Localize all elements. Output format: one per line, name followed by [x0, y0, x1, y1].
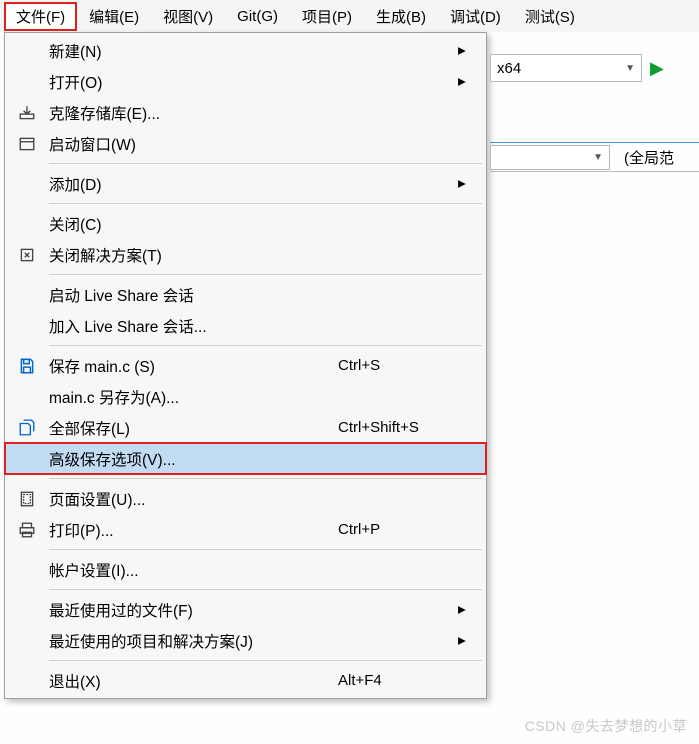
account-settings-item[interactable]: 帐户设置(I)...: [5, 554, 486, 585]
save-as-item[interactable]: main.c 另存为(A)...: [5, 381, 486, 412]
menu-item-label: 加入 Live Share 会话...: [49, 315, 338, 337]
edit-menu[interactable]: 编辑(E): [77, 2, 151, 31]
submenu-arrow-icon: ▸: [458, 631, 472, 650]
start-window-item[interactable]: 启动窗口(W): [5, 128, 486, 159]
menu-item-label: 全部保存(L): [49, 417, 338, 439]
menu-item-shortcut: Ctrl+Shift+S: [338, 419, 458, 436]
menubar: 文件(F)编辑(E)视图(V)Git(G)项目(P)生成(B)调试(D)测试(S…: [0, 0, 699, 32]
menu-item-label: main.c 另存为(A)...: [49, 386, 338, 408]
start-liveshare-item[interactable]: 启动 Live Share 会话: [5, 279, 486, 310]
git-menu[interactable]: Git(G): [225, 4, 290, 29]
submenu-arrow-icon: ▸: [458, 72, 472, 91]
scope-combo[interactable]: ▼: [490, 145, 610, 170]
menu-separator: [49, 163, 482, 164]
caret-down-icon: ▼: [625, 63, 635, 74]
join-liveshare-item[interactable]: 加入 Live Share 会话...: [5, 310, 486, 341]
debug-menu[interactable]: 调试(D): [438, 2, 513, 31]
menu-item-label: 关闭解决方案(T): [49, 244, 338, 266]
menu-item-label: 最近使用的项目和解决方案(J): [49, 630, 338, 652]
menu-separator: [49, 660, 482, 661]
menu-item-label: 高级保存选项(V)...: [49, 448, 338, 470]
save-all-item[interactable]: 全部保存(L)Ctrl+Shift+S: [5, 412, 486, 443]
print-item[interactable]: 打印(P)...Ctrl+P: [5, 514, 486, 545]
menu-item-label: 启动 Live Share 会话: [49, 284, 338, 306]
platform-combo[interactable]: x64 ▼: [490, 54, 642, 82]
start-window-icon: [5, 135, 49, 153]
menu-separator: [49, 345, 482, 346]
menu-item-label: 关闭(C): [49, 213, 338, 235]
menu-item-label: 退出(X): [49, 670, 338, 692]
submenu-arrow-icon: ▸: [458, 174, 472, 193]
build-menu[interactable]: 生成(B): [364, 2, 438, 31]
menu-item-label: 保存 main.c (S): [49, 355, 338, 377]
menu-item-label: 页面设置(U)...: [49, 488, 338, 510]
start-debug-icon[interactable]: ▶: [650, 58, 664, 79]
close-solution-icon: [5, 246, 49, 264]
advanced-save-options-item[interactable]: 高级保存选项(V)...: [5, 443, 486, 474]
close-solution-item[interactable]: 关闭解决方案(T): [5, 239, 486, 270]
watermark-text: CSDN @失去梦想的小草: [525, 716, 687, 736]
print-icon: [5, 521, 49, 539]
menu-item-label: 最近使用过的文件(F): [49, 599, 338, 621]
menu-item-label: 克隆存储库(E)...: [49, 102, 338, 124]
menu-item-label: 启动窗口(W): [49, 133, 338, 155]
open-item[interactable]: 打开(O) ▸: [5, 66, 486, 97]
caret-down-icon: ▼: [593, 152, 603, 163]
new-item[interactable]: 新建(N) ▸: [5, 35, 486, 66]
recent-projects-item[interactable]: 最近使用的项目和解决方案(J) ▸: [5, 625, 486, 656]
file-menu[interactable]: 文件(F): [4, 2, 77, 31]
project-menu[interactable]: 项目(P): [290, 2, 364, 31]
close-item[interactable]: 关闭(C): [5, 208, 486, 239]
add-item[interactable]: 添加(D) ▸: [5, 168, 486, 199]
clone-repo-item[interactable]: 克隆存储库(E)...: [5, 97, 486, 128]
recent-files-item[interactable]: 最近使用过的文件(F) ▸: [5, 594, 486, 625]
page-setup-item[interactable]: 页面设置(U)...: [5, 483, 486, 514]
test-menu[interactable]: 测试(S): [513, 2, 587, 31]
menu-item-label: 打印(P)...: [49, 519, 338, 541]
clone-icon: [5, 104, 49, 122]
save-icon: [5, 357, 49, 375]
submenu-arrow-icon: ▸: [458, 600, 472, 619]
menu-item-shortcut: Ctrl+S: [338, 357, 458, 374]
menu-separator: [49, 478, 482, 479]
file-dropdown-menu: 新建(N) ▸ 打开(O) ▸ 克隆存储库(E)... 启动窗口(W) 添加(D) ▸ 关闭(C…: [4, 32, 487, 699]
toolbar-fragment: x64 ▼ ▶: [490, 52, 699, 84]
menu-separator: [49, 589, 482, 590]
scope-label: (全局范: [624, 147, 674, 168]
menu-separator: [49, 549, 482, 550]
submenu-arrow-icon: ▸: [458, 41, 472, 60]
platform-value: x64: [497, 60, 521, 77]
menu-item-shortcut: Ctrl+P: [338, 521, 458, 538]
menu-item-label: 帐户设置(I)...: [49, 559, 338, 581]
view-menu[interactable]: 视图(V): [151, 2, 225, 31]
menu-item-shortcut: Alt+F4: [338, 672, 458, 689]
menu-separator: [49, 203, 482, 204]
menu-separator: [49, 274, 482, 275]
save-item[interactable]: 保存 main.c (S)Ctrl+S: [5, 350, 486, 381]
menu-item-label: 打开(O): [49, 71, 338, 93]
exit-item[interactable]: 退出(X)Alt+F4: [5, 665, 486, 696]
menu-item-label: 添加(D): [49, 173, 338, 195]
save-all-icon: [5, 419, 49, 437]
page-setup-icon: [5, 490, 49, 508]
navigation-bar: ▼ (全局范: [490, 142, 699, 172]
menu-item-label: 新建(N): [49, 40, 338, 62]
